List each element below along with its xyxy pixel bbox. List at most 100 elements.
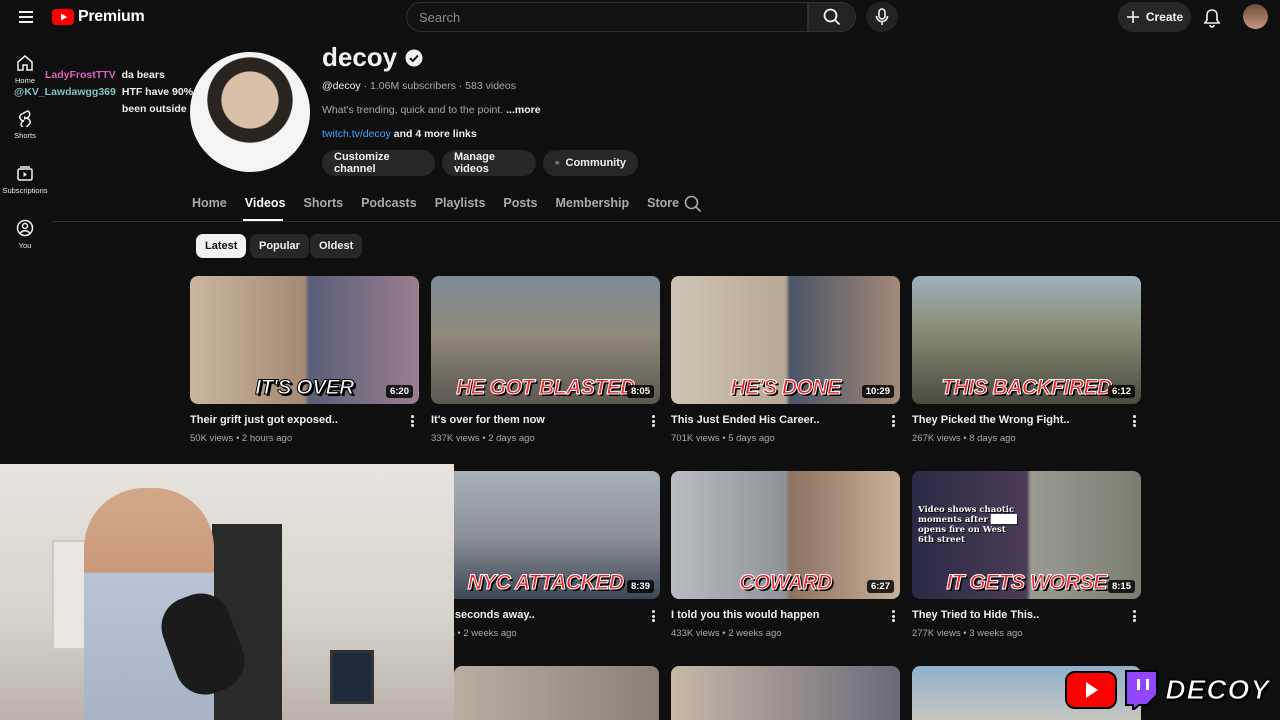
thumbnail-caption: IT'S OVER [255,376,355,400]
video-views: 50K views [190,433,234,444]
video-card[interactable]: THIS BACKFIRED 6:12 They Picked the Wron… [912,276,1141,444]
filter-popular[interactable]: Popular [250,234,309,258]
video-age: 2 hours ago [241,433,293,444]
video-card[interactable]: HE GOT BLASTED 8:05 It's over for them n… [431,276,660,444]
microphone-icon [875,8,889,25]
youtube-icon [1065,671,1118,709]
rail-item-you[interactable]: You [0,219,50,250]
community-button[interactable]: Community [543,150,638,176]
video-duration: 8:15 [1107,580,1135,593]
filter-oldest[interactable]: Oldest [310,234,363,258]
video-thumbnail[interactable]: NYC ATTACKED 8:39 [431,471,660,599]
more-options-icon[interactable] [648,414,658,428]
video-title[interactable]: Their grift just got exposed.. [190,414,338,428]
video-card[interactable]: HE'S DONE 10:29 This Just Ended His Care… [671,276,900,444]
video-title[interactable]: I told you this would happen [671,609,820,623]
chat-text: da bears [121,69,165,81]
video-thumbnail[interactable] [454,666,659,720]
tab-home[interactable]: Home [192,196,227,210]
video-duration: 10:29 [861,385,894,398]
video-thumbnail[interactable]: COWARD 6:27 [671,471,900,599]
thumbnail-subcaption: Video shows chaotic moments after ████ o… [918,505,1017,545]
chat-username: LadyFrostTTV [45,69,116,81]
channel-tabs: Home Videos Shorts Podcasts Playlists Po… [192,196,679,210]
video-age: 2 days ago [488,433,535,444]
thumbnail-caption: THIS BACKFIRED [941,376,1113,400]
more-options-icon[interactable] [1129,609,1139,623]
filter-latest[interactable]: Latest [196,234,247,258]
more-options-icon[interactable] [1129,414,1139,428]
youtube-logo-icon [52,9,74,25]
twitch-icon [1125,670,1159,710]
video-thumbnail[interactable]: Video shows chaotic moments after ████ o… [912,471,1141,599]
tabs-divider [53,221,1280,222]
search-button[interactable] [808,2,856,32]
search-input[interactable] [419,9,795,25]
video-card[interactable]: Video shows chaotic moments after ████ o… [912,471,1141,639]
search-box[interactable] [406,2,808,32]
video-title[interactable]: It's over for them now [431,414,545,428]
channel-name: decoy [322,42,398,72]
more-links[interactable]: and 4 more links [394,128,477,140]
channel-search-icon[interactable] [684,195,702,213]
video-duration: 6:12 [1107,385,1135,398]
thumbnail-caption: IT GETS WORSE [946,571,1108,595]
video-card[interactable]: NYC ATTACKED 8:39 was seconds away.. vie… [431,471,660,639]
video-duration: 8:39 [626,580,654,593]
video-age: 2 weeks ago [728,628,782,639]
search-icon [823,8,841,26]
tab-store[interactable]: Store [647,196,679,210]
tab-playlists[interactable]: Playlists [435,196,486,210]
rail-item-home[interactable]: Home [0,54,50,85]
video-thumbnail[interactable]: HE'S DONE 10:29 [671,276,900,404]
thumbnail-caption: HE GOT BLASTED [456,376,636,400]
plus-icon [1126,11,1139,23]
verified-badge-icon [405,49,423,66]
more-options-icon[interactable] [407,414,417,428]
menu-icon[interactable] [14,6,38,28]
video-thumbnail[interactable]: IT'S OVER 6:20 [190,276,419,404]
video-thumbnail[interactable]: THIS BACKFIRED 6:12 [912,276,1141,404]
more-options-icon[interactable] [888,609,898,623]
video-thumbnail[interactable] [671,666,900,720]
video-title[interactable]: They Tried to Hide This.. [912,609,1039,623]
youtube-premium-logo[interactable]: Premium [52,8,145,26]
picture-frame [330,650,374,704]
more-options-icon[interactable] [648,609,658,623]
tab-posts[interactable]: Posts [503,196,537,210]
video-views: 277K views [912,628,961,639]
channel-link[interactable]: twitch.tv/decoy [322,128,391,140]
video-card[interactable]: IT'S OVER 6:20 Their grift just got expo… [190,276,419,444]
subscriptions-icon [17,166,33,181]
video-title[interactable]: This Just Ended His Career.. [671,414,820,428]
channel-description[interactable]: What's trending, quick and to the point.… [322,104,541,116]
user-circle-icon [16,219,34,237]
manage-label: Manage videos [454,151,495,175]
chat-message: LadyFrostTTV da bears [45,67,165,84]
rail-label-you: You [18,241,32,250]
tab-membership[interactable]: Membership [555,196,629,210]
tab-videos[interactable]: Videos [245,196,286,210]
channel-links: twitch.tv/decoy and 4 more links [322,128,477,140]
more-options-icon[interactable] [888,414,898,428]
create-button[interactable]: Create [1118,2,1191,32]
voice-search-button[interactable] [866,2,898,32]
channel-handle: @decoy [322,80,361,92]
account-avatar[interactable] [1243,4,1268,29]
video-thumbnail[interactable]: HE GOT BLASTED 8:05 [431,276,660,404]
brand-text: DECOY [1165,674,1270,706]
video-views: 337K views [431,433,480,444]
rail-item-subscriptions[interactable]: Subscriptions [0,164,50,195]
create-label: Create [1145,10,1184,24]
manage-videos-button[interactable]: Manage videos [442,150,536,176]
video-age: 2 weeks ago [463,628,517,639]
video-views: 267K views [912,433,961,444]
description-more[interactable]: ...more [506,104,540,116]
notifications-bell-icon[interactable] [1200,6,1224,30]
video-title[interactable]: They Picked the Wrong Fight.. [912,414,1069,428]
customize-channel-button[interactable]: Customize channel [322,150,435,176]
video-card[interactable]: COWARD 6:27 I told you this would happen… [671,471,900,639]
tab-podcasts[interactable]: Podcasts [361,196,417,210]
channel-meta: @decoy · 1.06M subscribers · 583 videos [322,80,516,92]
tab-shorts[interactable]: Shorts [304,196,344,210]
